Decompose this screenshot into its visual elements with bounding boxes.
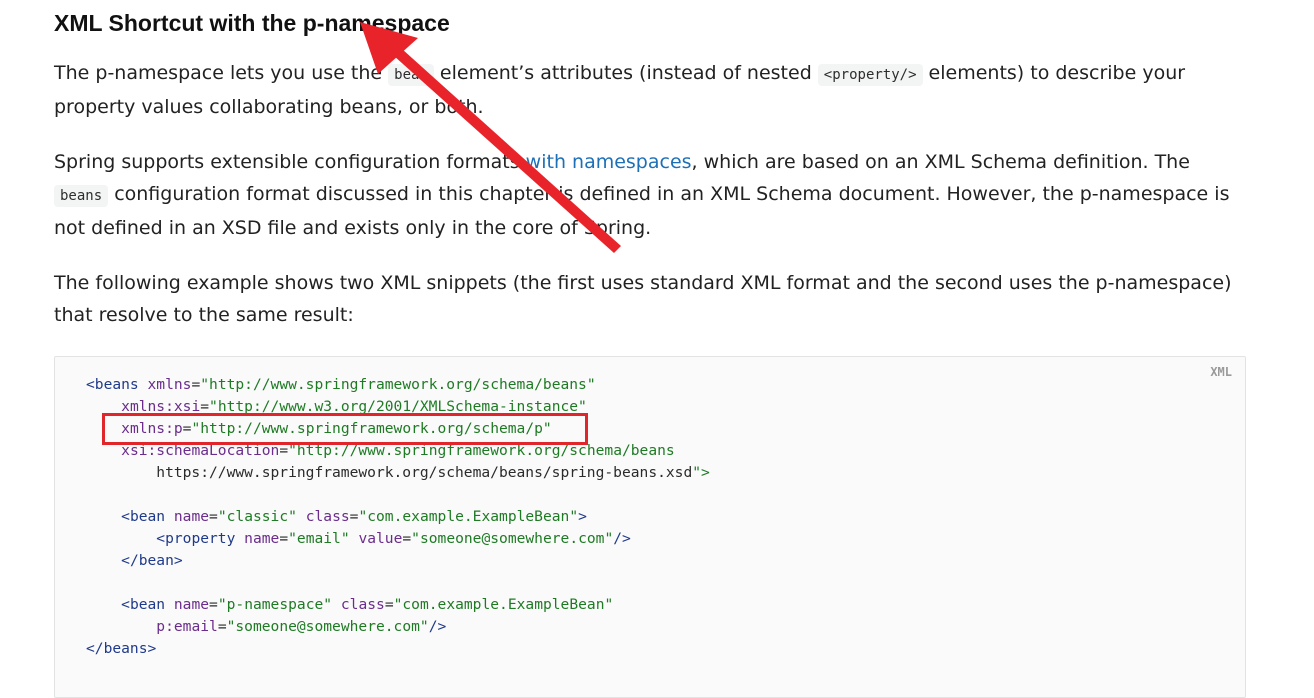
- para1-text2: element’s attributes (instead of nested: [433, 62, 818, 84]
- code-line: <bean name="p-namespace" class="com.exam…: [121, 596, 614, 613]
- paragraph-namespaces: Spring supports extensible configuration…: [54, 146, 1246, 244]
- code-line: </bean>: [121, 552, 183, 569]
- code-language-label: XML: [1210, 365, 1232, 379]
- code-line: https://www.springframework.org/schema/b…: [86, 464, 710, 481]
- code-line: </beans>: [86, 640, 157, 657]
- code-line: <bean name="classic" class="com.example.…: [121, 508, 587, 525]
- paragraph-example: The following example shows two XML snip…: [54, 272, 1232, 326]
- inline-code-property: <property/>: [817, 64, 923, 86]
- annotation-highlight-box: [102, 413, 588, 445]
- code-line: p:email="someone@somewhere.com"/>: [156, 618, 447, 635]
- code-line: <property name="email" value="someone@so…: [156, 530, 631, 547]
- paragraph-intro: The p-namespace lets you use the bean el…: [54, 57, 1246, 123]
- inline-code-bean: bean: [388, 64, 434, 86]
- namespaces-link[interactable]: with namespaces: [526, 151, 692, 173]
- section-heading: XML Shortcut with the p-namespace: [54, 10, 450, 36]
- code-line: ​: [86, 484, 710, 506]
- para1-text1: The p-namespace lets you use the: [54, 62, 389, 84]
- para2-text2: , which are based on an XML Schema defin…: [691, 151, 1190, 173]
- code-block: XML <beans xmlns="http://www.springframe…: [54, 356, 1246, 698]
- inline-code-beans: beans: [54, 185, 109, 207]
- para2-text1: Spring supports extensible configuration…: [54, 151, 526, 173]
- code-line: ​: [86, 572, 710, 594]
- para2-text3: configuration format discussed in this c…: [54, 183, 1230, 239]
- code-line: <beans xmlns="http://www.springframework…: [86, 376, 596, 393]
